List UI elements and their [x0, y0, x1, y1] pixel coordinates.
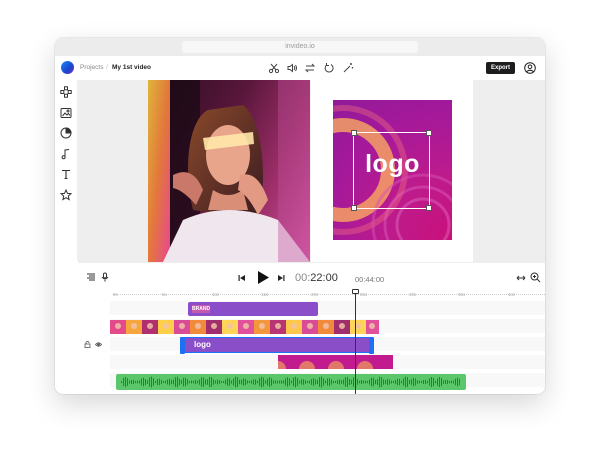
text-clip[interactable]: BRAND: [188, 302, 318, 316]
preview-stage: logo: [78, 80, 545, 262]
clip-trim-handle-left[interactable]: [180, 337, 185, 354]
logo-artwork[interactable]: logo: [333, 100, 452, 240]
text-icon[interactable]: [60, 168, 72, 180]
volume-icon[interactable]: [286, 62, 298, 74]
logo-canvas[interactable]: logo: [311, 80, 473, 262]
current-time-main: 22:00: [310, 272, 338, 284]
export-button[interactable]: Export: [486, 62, 515, 74]
browser-chrome: invideo.io: [55, 38, 545, 56]
layout-icon[interactable]: [60, 86, 72, 98]
breadcrumb-projects[interactable]: Projects: [80, 63, 103, 72]
resize-handle-top-right[interactable]: [426, 130, 432, 136]
magic-wand-icon[interactable]: [342, 62, 354, 74]
cut-icon[interactable]: [268, 62, 280, 74]
ruler-tick-30: 30s: [409, 292, 417, 297]
overlay-clip[interactable]: [278, 355, 393, 369]
sticker-icon[interactable]: [60, 127, 72, 139]
selection-box[interactable]: [351, 130, 432, 211]
clip-trim-handle-right[interactable]: [369, 337, 374, 354]
current-time-prefix: 00:: [295, 272, 311, 284]
microphone-icon[interactable]: [100, 272, 110, 282]
woman-photo-preview[interactable]: [148, 80, 310, 262]
audio-waveform: [121, 376, 460, 388]
timeline-panel: 00:22:00 00:44:00 0s 5s 10s 15s 20s 25s …: [78, 262, 545, 394]
eye-icon[interactable]: [95, 341, 102, 348]
left-sidebar: [55, 80, 78, 260]
swap-icon[interactable]: [304, 62, 316, 74]
skip-forward-icon[interactable]: [277, 274, 285, 282]
breadcrumb-separator: /: [106, 64, 108, 71]
editor-header: Projects / My 1st video Export: [55, 56, 545, 81]
ruler-tick-40: 40s: [508, 292, 516, 297]
track-text: [110, 301, 545, 315]
breadcrumb-current-project: My 1st video: [112, 64, 152, 71]
playhead-handle[interactable]: [352, 289, 359, 294]
zoom-in-icon[interactable]: [530, 272, 541, 283]
current-time: 00:22:00: [295, 272, 338, 284]
invideo-logo-icon[interactable]: [61, 61, 74, 74]
editor-window: invideo.io Projects / My 1st video Expor…: [55, 38, 545, 394]
audio-clip[interactable]: [116, 374, 466, 390]
media-icon[interactable]: [60, 107, 72, 119]
lock-icon[interactable]: [84, 341, 91, 348]
resize-handle-top-left[interactable]: [351, 130, 357, 136]
ruler-tick-25: 25s: [360, 292, 368, 297]
ruler-tick-35: 35s: [458, 292, 466, 297]
logo-clip-label: logo: [194, 340, 211, 349]
resize-handle-bottom-left[interactable]: [351, 205, 357, 211]
total-duration: 00:44:00: [355, 275, 385, 284]
play-icon[interactable]: [256, 270, 270, 285]
text-align-icon[interactable]: [86, 272, 96, 282]
ruler-tick-5: 5s: [162, 292, 167, 297]
ruler-tick-10: 10s: [212, 292, 220, 297]
playhead[interactable]: [352, 289, 359, 394]
user-avatar-icon[interactable]: [524, 62, 536, 74]
star-icon[interactable]: [60, 189, 72, 201]
ruler-tick-15: 15s: [261, 292, 269, 297]
resize-handle-bottom-right[interactable]: [426, 205, 432, 211]
music-icon[interactable]: [60, 148, 72, 160]
skip-back-icon[interactable]: [238, 274, 246, 282]
ruler-tick-0: 0s: [113, 292, 118, 297]
undo-icon[interactable]: [323, 62, 335, 74]
video-clip[interactable]: [110, 320, 379, 334]
ruler-tick-20: 20s: [311, 292, 319, 297]
fit-width-icon[interactable]: [516, 273, 526, 283]
logo-clip[interactable]: logo: [180, 337, 374, 354]
address-bar[interactable]: invideo.io: [182, 41, 418, 53]
brand-thumbnail: BRAND: [192, 305, 211, 313]
ruler-track[interactable]: [113, 294, 545, 296]
